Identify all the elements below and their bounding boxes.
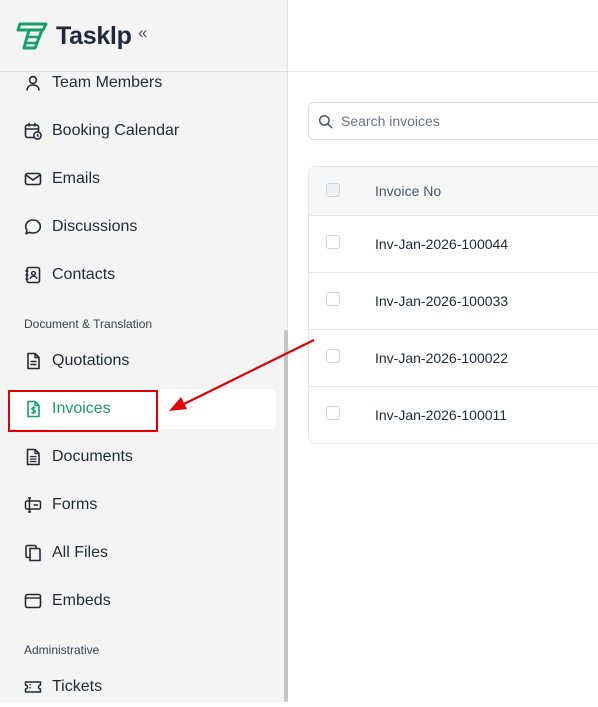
embed-window-icon bbox=[24, 593, 42, 609]
sidebar-item-label: Discussions bbox=[52, 218, 138, 235]
user-icon bbox=[26, 75, 40, 91]
collapse-sidebar-button[interactable]: « bbox=[138, 23, 147, 43]
section-title-administrative: Administrative bbox=[24, 643, 100, 657]
sidebar-item-label: All Files bbox=[52, 544, 109, 561]
logo-bar: Tasklp « bbox=[0, 0, 288, 72]
sidebar-item-quotations[interactable]: Quotations bbox=[8, 341, 276, 381]
sidebar-item-discussions[interactable]: Discussions bbox=[8, 207, 276, 247]
sidebar-item-label: Team Members bbox=[52, 74, 163, 91]
search-input[interactable] bbox=[341, 111, 591, 131]
app-name: Tasklp bbox=[56, 22, 132, 50]
calendar-clock-icon bbox=[24, 123, 42, 140]
sidebar-item-label: Contacts bbox=[52, 266, 116, 283]
select-all-checkbox[interactable] bbox=[326, 183, 340, 197]
sidebar-item-documents[interactable]: Documents bbox=[8, 437, 276, 477]
sidebar-item-label: Embeds bbox=[52, 592, 111, 609]
tasklp-logo-icon bbox=[16, 22, 48, 50]
sidebar-item-label: Documents bbox=[52, 448, 133, 465]
row-checkbox[interactable] bbox=[326, 349, 340, 363]
sidebar: Tasklp « Team Members Booking Calendar E… bbox=[0, 0, 288, 702]
table-row[interactable]: Inv-Jan-2026-100011 bbox=[309, 387, 598, 443]
sidebar-item-forms[interactable]: Forms bbox=[8, 485, 276, 525]
invoice-number-cell[interactable]: Inv-Jan-2026-100033 bbox=[375, 273, 508, 329]
sidebar-item-label: Booking Calendar bbox=[52, 122, 180, 139]
document-lines-icon bbox=[26, 448, 40, 466]
search-box[interactable] bbox=[308, 102, 598, 140]
contact-book-icon bbox=[25, 266, 41, 284]
table-row[interactable]: Inv-Jan-2026-100044 bbox=[309, 216, 598, 273]
invoice-number-cell[interactable]: Inv-Jan-2026-100011 bbox=[375, 387, 507, 443]
table-row[interactable]: Inv-Jan-2026-100033 bbox=[309, 273, 598, 330]
document-icon bbox=[27, 352, 40, 370]
sidebar-item-emails[interactable]: Emails bbox=[8, 159, 276, 199]
invoices-table: Invoice No Inv-Jan-2026-100044 Inv-Jan-2… bbox=[308, 166, 598, 444]
header-divider bbox=[288, 71, 598, 72]
search-icon bbox=[318, 114, 333, 129]
row-checkbox[interactable] bbox=[326, 235, 340, 249]
sidebar-scrollbar[interactable] bbox=[284, 330, 288, 702]
table-row[interactable]: Inv-Jan-2026-100022 bbox=[309, 330, 598, 387]
row-checkbox[interactable] bbox=[326, 406, 340, 420]
mail-icon bbox=[24, 172, 42, 186]
table-header: Invoice No bbox=[309, 167, 598, 216]
section-title-document-translation: Document & Translation bbox=[24, 317, 153, 331]
sidebar-item-tickets[interactable]: Tickets bbox=[8, 667, 276, 707]
sidebar-item-contacts[interactable]: Contacts bbox=[8, 255, 276, 295]
chat-bubble-icon bbox=[24, 219, 42, 235]
sidebar-item-all-files[interactable]: All Files bbox=[8, 533, 276, 573]
sidebar-item-label: Quotations bbox=[52, 352, 130, 369]
invoice-number-cell[interactable]: Inv-Jan-2026-100022 bbox=[375, 330, 508, 386]
sidebar-item-label: Forms bbox=[52, 496, 98, 513]
files-copy-icon bbox=[25, 544, 41, 562]
ticket-icon bbox=[24, 681, 42, 693]
sidebar-item-team-members[interactable]: Team Members bbox=[8, 63, 276, 103]
column-header-invoice-no[interactable]: Invoice No bbox=[375, 167, 441, 216]
form-field-icon bbox=[24, 497, 42, 513]
invoice-number-cell[interactable]: Inv-Jan-2026-100044 bbox=[375, 216, 508, 272]
row-checkbox[interactable] bbox=[326, 292, 340, 306]
highlight-box bbox=[8, 390, 158, 432]
sidebar-item-label: Tickets bbox=[52, 678, 103, 695]
sidebar-item-embeds[interactable]: Embeds bbox=[8, 581, 276, 621]
sidebar-item-booking-calendar[interactable]: Booking Calendar bbox=[8, 111, 276, 151]
sidebar-item-label: Emails bbox=[52, 170, 101, 187]
